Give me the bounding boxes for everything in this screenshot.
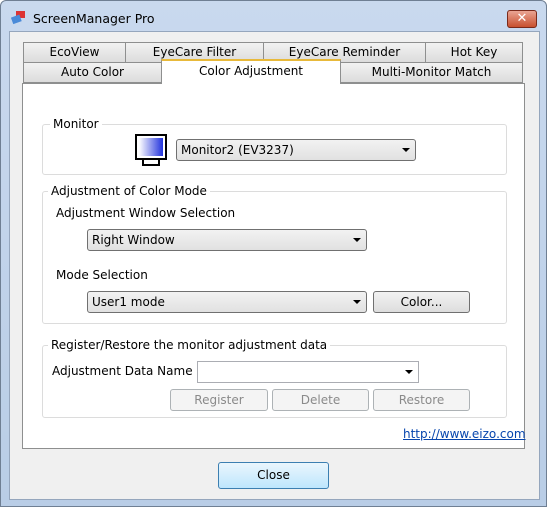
register-button[interactable]: Register — [170, 389, 268, 411]
monitor-icon — [135, 134, 167, 166]
color-button[interactable]: Color... — [373, 291, 470, 313]
restore-button[interactable]: Restore — [373, 389, 470, 411]
tab-panel: Monitor Monitor2 (EV3237) Adjustment of … — [22, 83, 526, 449]
chevron-down-icon — [402, 148, 410, 152]
app-icon — [11, 11, 25, 25]
app-window: ScreenManager Pro ✕ EcoView EyeCare Filt… — [0, 0, 547, 507]
adjustment-data-name-combo[interactable] — [197, 361, 419, 383]
window-selection-value: Right Window — [92, 233, 175, 247]
chevron-down-icon — [353, 300, 361, 304]
window-selection-select[interactable]: Right Window — [87, 229, 367, 251]
adjustment-data-name-label: Adjustment Data Name : — [52, 364, 201, 378]
color-mode-group-label: Adjustment of Color Mode — [48, 184, 210, 198]
chevron-down-icon — [405, 370, 413, 374]
monitor-group-label: Monitor — [50, 117, 102, 131]
chevron-down-icon — [353, 238, 361, 242]
tab-auto-color[interactable]: Auto Color — [23, 62, 162, 83]
window-title: ScreenManager Pro — [33, 11, 155, 26]
tab-color-adjustment[interactable]: Color Adjustment — [161, 59, 341, 84]
tab-ecoview[interactable]: EcoView — [23, 42, 126, 63]
window-selection-label: Adjustment Window Selection — [56, 206, 236, 220]
mode-selection-value: User1 mode — [92, 295, 165, 309]
tab-multi-monitor-match[interactable]: Multi-Monitor Match — [340, 62, 523, 83]
mode-selection-select[interactable]: User1 mode — [87, 291, 367, 313]
register-group-label: Register/Restore the monitor adjustment … — [48, 338, 331, 352]
monitor-select-value: Monitor2 (EV3237) — [181, 143, 294, 157]
window-close-button[interactable]: ✕ — [507, 10, 537, 28]
monitor-select[interactable]: Monitor2 (EV3237) — [176, 139, 416, 161]
close-button[interactable]: Close — [218, 462, 329, 489]
tab-hot-key[interactable]: Hot Key — [425, 42, 523, 63]
eizo-website-link[interactable]: http://www.eizo.com — [403, 427, 526, 441]
delete-button[interactable]: Delete — [272, 389, 369, 411]
mode-selection-label: Mode Selection — [56, 268, 148, 282]
